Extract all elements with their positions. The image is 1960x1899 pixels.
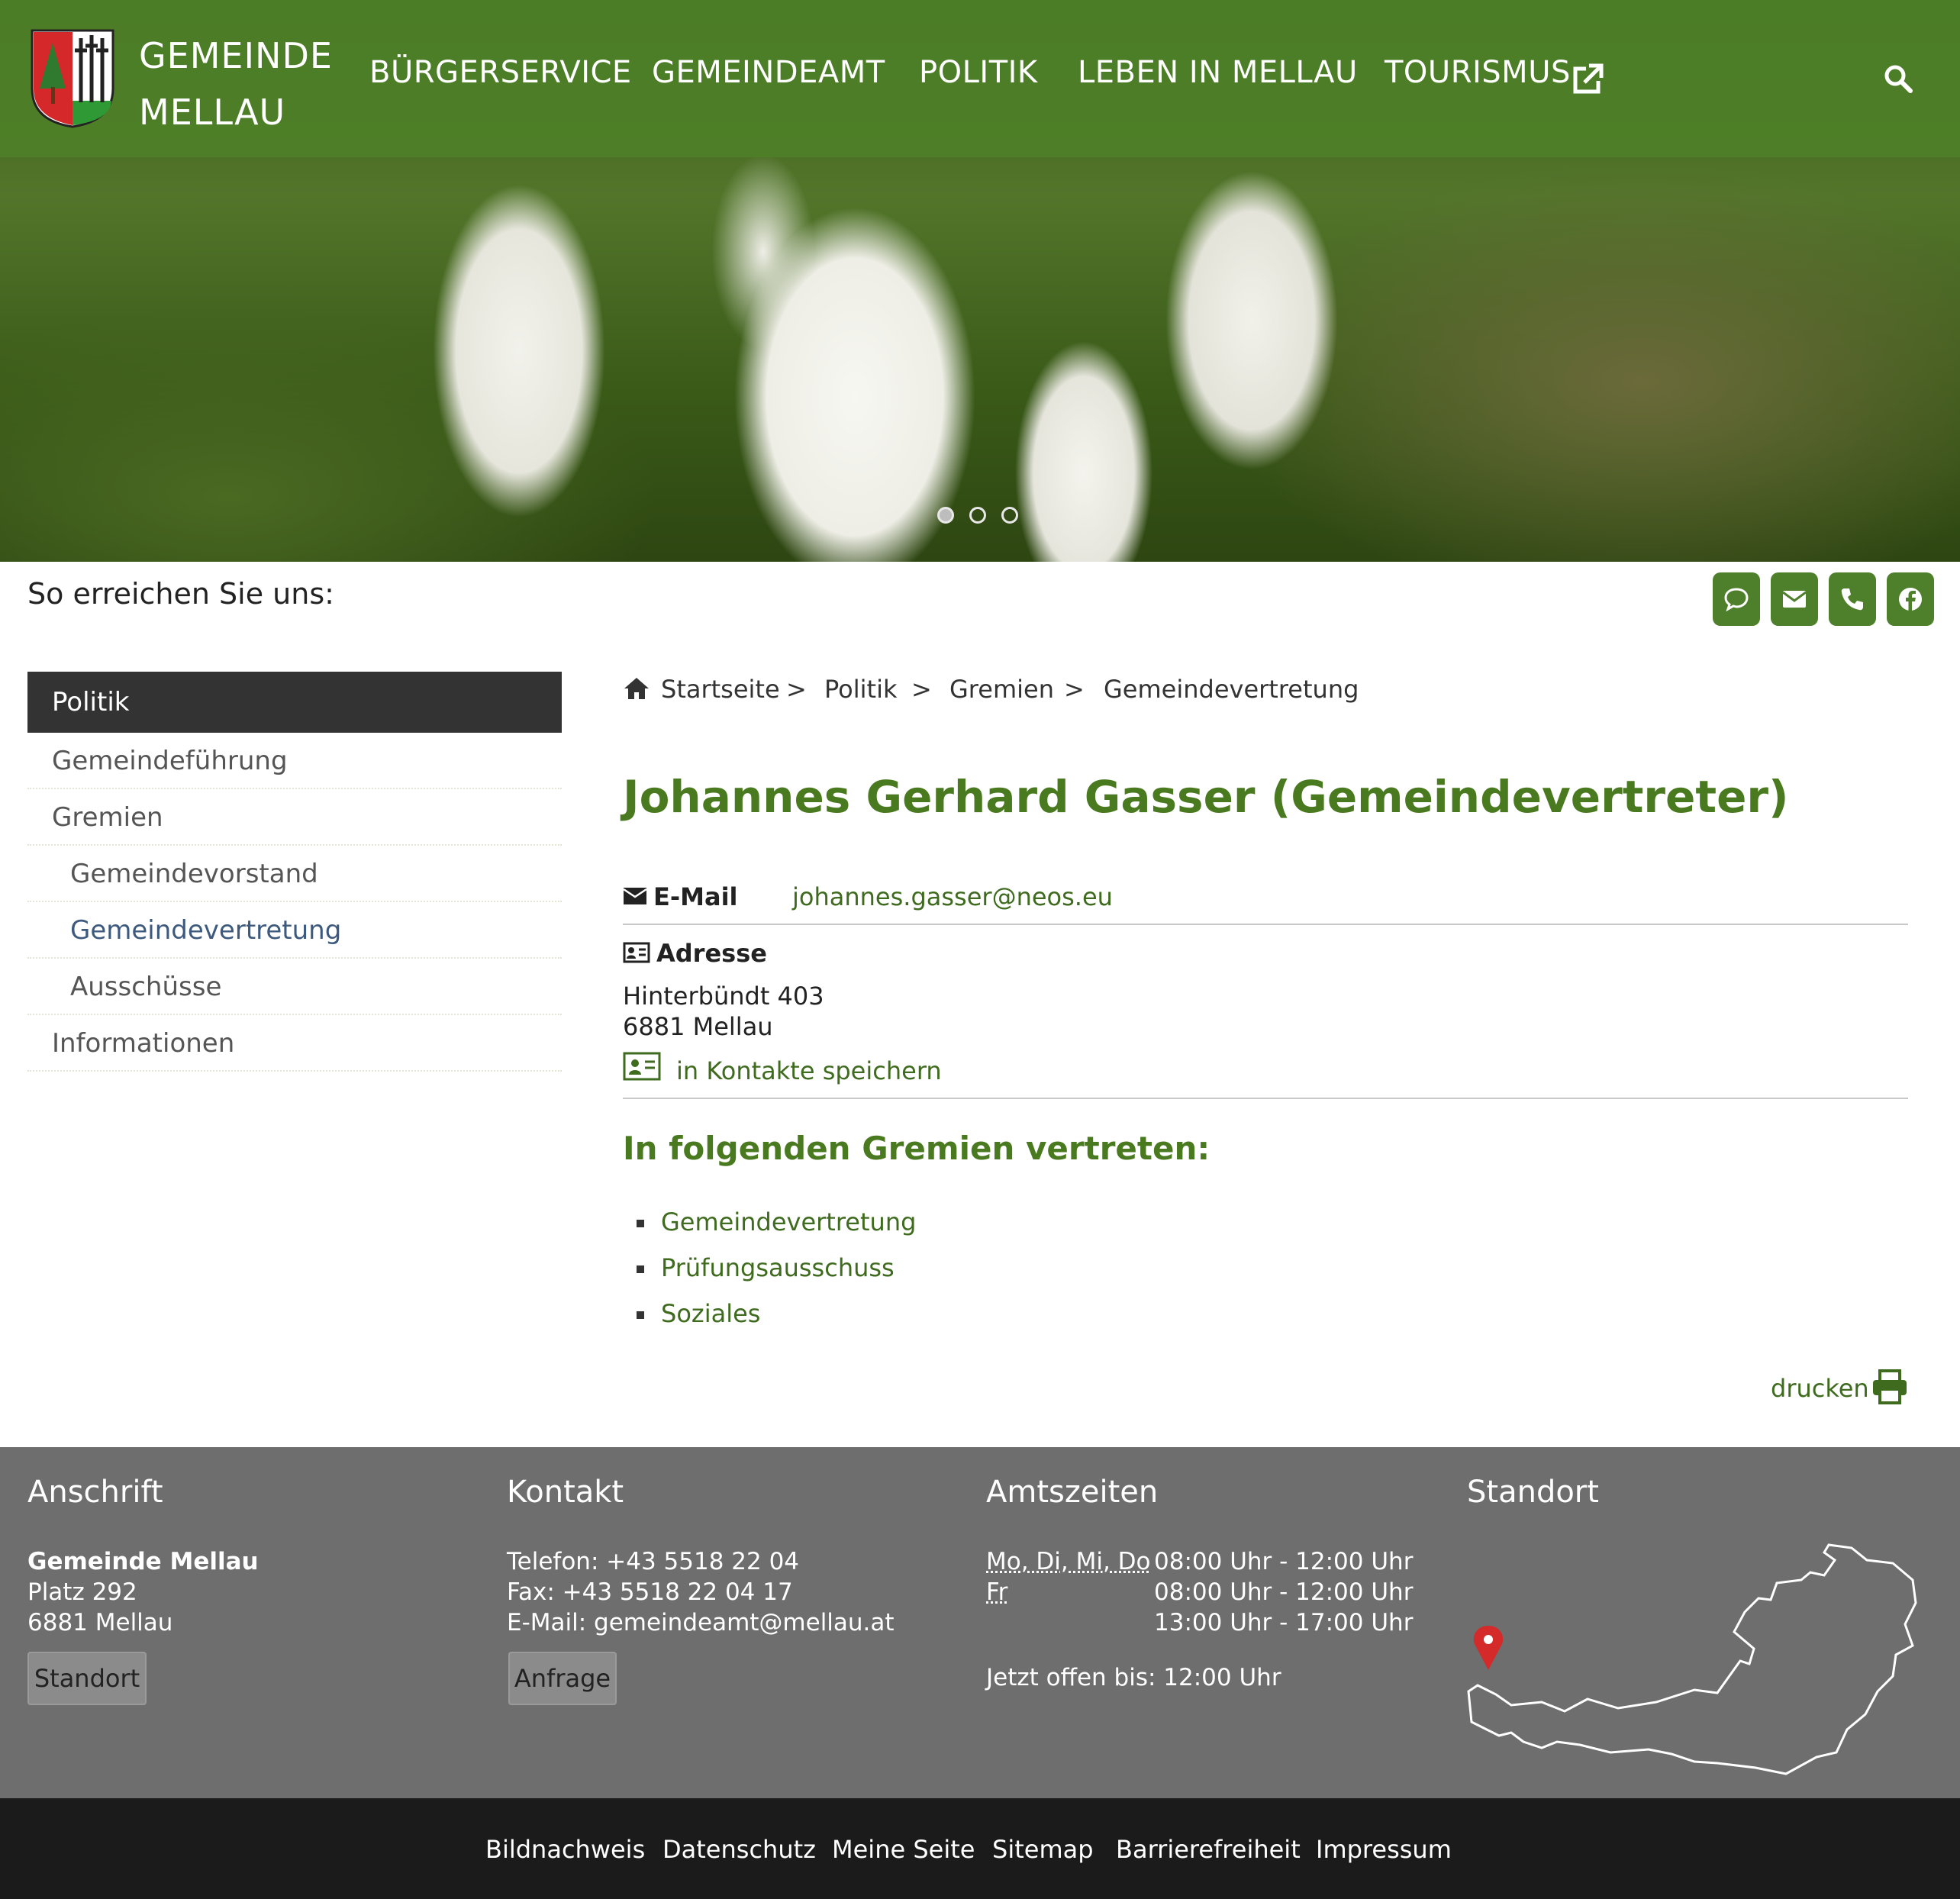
breadcrumb-gremien[interactable]: Gremien [949, 675, 1054, 704]
contact-strip-label: So erreichen Sie uns: [27, 577, 334, 611]
save-contact-link[interactable]: in Kontakte speichern [676, 1056, 942, 1085]
bullet [637, 1265, 644, 1273]
footer-link-datenschutz[interactable]: Datenschutz [662, 1835, 816, 1864]
email-button[interactable] [1771, 572, 1818, 626]
footer-org-name: Gemeinde Mellau [27, 1546, 259, 1577]
divider [623, 1098, 1908, 1099]
nav-gemeindeamt[interactable]: GEMEINDEAMT [652, 55, 885, 90]
footer-heading-kontakt: Kontakt [507, 1475, 624, 1510]
footer-street: Platz 292 [27, 1578, 137, 1606]
opening-time-3: 13:00 Uhr - 17:00 Uhr [1154, 1609, 1414, 1636]
nav-tourismus[interactable]: TOURISMUS [1385, 55, 1571, 90]
coat-of-arms-logo[interactable] [29, 27, 116, 128]
site-footer: Anschrift Gemeinde Mellau Platz 292 6881… [0, 1447, 1960, 1798]
address-city: 6881 Mellau [623, 1012, 773, 1041]
footer-heading-amtszeiten: Amtszeiten [986, 1475, 1159, 1510]
address-label: Adresse [656, 939, 767, 968]
location-button[interactable]: Standort [27, 1652, 147, 1705]
address-street: Hinterbündt 403 [623, 982, 824, 1011]
breadcrumb-separator: > [1064, 675, 1085, 704]
committee-link-soziales[interactable]: Soziales [661, 1299, 760, 1328]
hero-banner: GEMEINDE MELLAU BÜRGERSERVICE GEMEINDEAM… [0, 0, 1960, 562]
nav-buergerservice[interactable]: BÜRGERSERVICE [369, 55, 632, 90]
footer-link-meine-seite[interactable]: Meine Seite [832, 1835, 975, 1864]
footer-phone[interactable]: Telefon: +43 5518 22 04 [507, 1546, 799, 1577]
committees-heading: In folgenden Gremien vertreten: [623, 1130, 1210, 1167]
footer-fax: Fax: +43 5518 22 04 17 [507, 1578, 793, 1606]
austria-map[interactable] [1465, 1542, 1919, 1778]
opening-days-1: Mo, Di, Mi, Do [986, 1548, 1151, 1575]
search-icon[interactable] [1884, 64, 1913, 93]
external-link-icon [1573, 63, 1604, 94]
breadcrumb-politik[interactable]: Politik [824, 675, 897, 704]
nav-politik[interactable]: POLITIK [919, 55, 1038, 90]
bullet [637, 1220, 644, 1227]
facebook-button[interactable] [1887, 572, 1934, 626]
brand-line-2: MELLAU [139, 92, 286, 133]
envelope-icon [623, 888, 647, 904]
footer-email[interactable]: E-Mail: gemeindeamt@mellau.at [507, 1607, 895, 1638]
inquiry-button[interactable]: Anfrage [508, 1652, 617, 1705]
slider-dot-1[interactable] [937, 507, 954, 524]
footer-link-bildnachweis[interactable]: Bildnachweis [485, 1835, 645, 1864]
opening-time-2: 08:00 Uhr - 12:00 Uhr [1154, 1578, 1414, 1606]
breadcrumb-current: Gemeindevertretung [1104, 675, 1359, 704]
committee-link-gemeindevertretung[interactable]: Gemeindevertretung [661, 1207, 916, 1236]
sidebar-item-ausschuesse[interactable]: Ausschüsse [27, 959, 562, 1015]
email-link[interactable]: johannes.gasser@neos.eu [792, 882, 1113, 911]
sidebar-item-gemeindevorstand[interactable]: Gemeindevorstand [27, 846, 562, 902]
site-brand[interactable]: GEMEINDE MELLAU [139, 27, 333, 140]
open-until: Jetzt offen bis: 12:00 Uhr [986, 1664, 1281, 1691]
address-card-icon [623, 942, 650, 963]
chat-button[interactable] [1713, 572, 1760, 626]
home-icon [624, 678, 649, 699]
footer-org-name-text: Gemeinde Mellau [27, 1548, 259, 1575]
breadcrumb-separator: > [786, 675, 807, 704]
page-title: Johannes Gerhard Gasser (Gemeindevertret… [623, 771, 1789, 823]
footer-heading-anschrift: Anschrift [27, 1475, 163, 1510]
footer-link-barrierefreiheit[interactable]: Barrierefreiheit [1116, 1835, 1301, 1864]
sidebar-item-gemeindevertretung[interactable]: Gemeindevertretung [27, 902, 562, 959]
slider-dot-2[interactable] [969, 507, 986, 524]
phone-icon [1841, 588, 1863, 611]
committee-link-pruefungsausschuss[interactable]: Prüfungsausschuss [661, 1253, 895, 1282]
chat-icon [1724, 588, 1749, 612]
facebook-icon [1899, 588, 1922, 611]
brand-line-1: GEMEINDE [139, 35, 333, 76]
footer-heading-standort: Standort [1467, 1475, 1599, 1510]
bottom-bar: Bildnachweis Datenschutz Meine Seite Sit… [0, 1798, 1960, 1899]
footer-link-sitemap[interactable]: Sitemap [992, 1835, 1094, 1864]
breadcrumb-separator: > [911, 675, 932, 704]
opening-days-2: Fr [986, 1578, 1008, 1606]
bullet [637, 1311, 644, 1319]
nav-leben-in-mellau[interactable]: LEBEN IN MELLAU [1078, 55, 1358, 90]
sidebar-item-informationen[interactable]: Informationen [27, 1015, 562, 1072]
envelope-icon [1782, 591, 1807, 608]
divider [623, 924, 1908, 925]
opening-time-1: 08:00 Uhr - 12:00 Uhr [1154, 1548, 1414, 1575]
sidebar-item-gremien[interactable]: Gremien [27, 789, 562, 846]
email-label: E-Mail [653, 882, 738, 911]
sidebar-nav: Politik Gemeindeführung Gremien Gemeinde… [27, 672, 562, 1072]
phone-button[interactable] [1829, 572, 1876, 626]
footer-city: 6881 Mellau [27, 1609, 173, 1636]
footer-link-impressum[interactable]: Impressum [1316, 1835, 1452, 1864]
breadcrumb-startseite[interactable]: Startseite [661, 675, 780, 704]
site-header: GEMEINDE MELLAU BÜRGERSERVICE GEMEINDEAM… [0, 0, 1960, 157]
print-link[interactable]: drucken [1771, 1374, 1869, 1403]
vcard-icon [623, 1052, 661, 1081]
sidebar-heading[interactable]: Politik [27, 672, 562, 733]
sidebar-item-gemeindefuehrung[interactable]: Gemeindeführung [27, 733, 562, 789]
printer-icon[interactable] [1871, 1369, 1908, 1404]
slider-dot-3[interactable] [1001, 507, 1018, 524]
